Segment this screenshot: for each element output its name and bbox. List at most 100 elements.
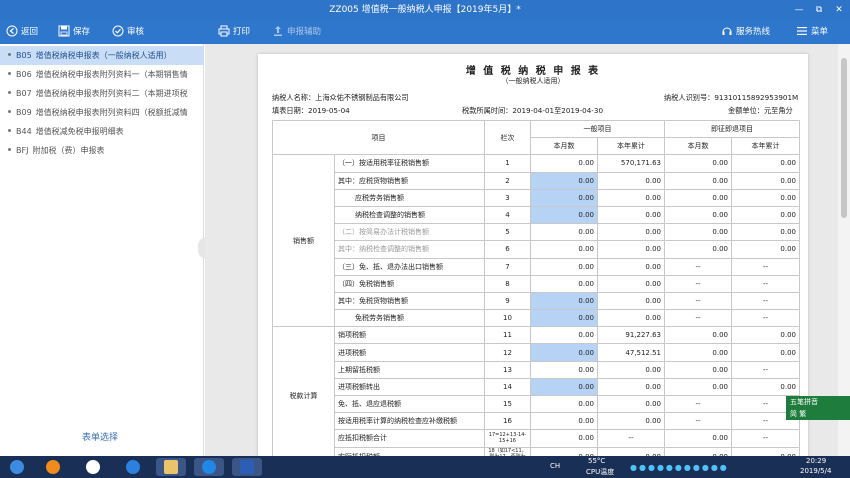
start-button[interactable]: [2, 458, 32, 476]
main-content: 增 值 税 纳 税 申 报 表 （一般纳税人适用） 纳税人名称：上海众佑不锈钢制…: [205, 44, 850, 456]
close-button[interactable]: ✕: [830, 0, 848, 20]
row-col-no: 7: [484, 257, 531, 276]
amount-cell: 0.00: [731, 240, 800, 259]
amount-cell: 0.00: [597, 394, 665, 414]
row-label: （一）按适用税率征税销售额: [334, 154, 485, 173]
amount-cell: 0.00: [530, 412, 598, 431]
amount-cell: --: [664, 412, 732, 431]
ime-toolbar[interactable]: 五笔拼音 简 繁: [786, 396, 850, 420]
tax-app[interactable]: [194, 458, 224, 476]
amount-cell: 0.00: [597, 274, 665, 293]
row-col-no: 9: [484, 291, 531, 311]
row-col-no: 14: [484, 377, 531, 397]
header-refund: 即征即退项目: [664, 119, 800, 139]
editable-amount-cell[interactable]: 0.00: [530, 171, 598, 190]
amount-cell: --: [731, 360, 800, 379]
amount-cell: 0.00: [530, 394, 598, 414]
row-label: （四）免税销售额: [334, 274, 485, 293]
sidebar-item-bfj[interactable]: BFJ 附加税（费）申报表: [0, 141, 204, 160]
amount-cell: --: [731, 257, 800, 276]
sidebar-item-b06[interactable]: B06 增值税纳税申报表附列资料一（本期销售情: [0, 65, 204, 84]
tray-icons[interactable]: ●●●●●●●●●●●: [630, 463, 729, 472]
menu-button[interactable]: 菜单: [796, 20, 828, 44]
amount-cell: 0.00: [597, 205, 665, 225]
sidebar-item-label: 增值税减免税申报明细表: [35, 127, 124, 136]
row-label: 按适用税率计算的纳税检查应补缴税额: [334, 412, 485, 431]
row-col-no: 12: [484, 343, 531, 362]
amount-cell: 91,227.63: [597, 326, 665, 345]
toolbar: 返回 保存 审核 打印 申报辅助 服务热线 菜单: [0, 20, 850, 44]
search-app[interactable]: [118, 458, 148, 476]
editable-amount-cell[interactable]: 0.00: [530, 205, 598, 225]
amount-cell: 0.00: [530, 360, 598, 379]
chat-app[interactable]: [78, 458, 108, 476]
row-col-no: 8: [484, 274, 531, 293]
amount-cell: 0.00: [597, 188, 665, 207]
sidebar-item-b09[interactable]: B09 增值税纳税申报表附列资料四（税额抵减情: [0, 103, 204, 122]
row-col-no: 3: [484, 188, 531, 207]
header-item: 项目: [272, 119, 485, 156]
sidebar-item-code: B05: [16, 51, 32, 60]
editable-amount-cell[interactable]: 0.00: [530, 188, 598, 207]
sidebar-item-b05[interactable]: B05 增值税纳税申报表（一般纳税人适用）: [0, 46, 204, 65]
hotline-button[interactable]: 服务热线: [721, 20, 770, 44]
play-icon: [46, 460, 60, 474]
form-select-button[interactable]: 表单选择: [60, 430, 140, 443]
ime-mode[interactable]: 五笔拼音: [786, 396, 850, 408]
system-tray: CH 55°C CPU温度 ●●●●●●●●●●● 20:29 2019/5/4: [548, 456, 848, 478]
group-sales: 销售额: [272, 154, 335, 328]
amount-cell: 0.00: [664, 171, 732, 190]
table-row: 进项税额 12 0.00 47,512.51 0.00 0.00: [273, 343, 800, 362]
chat-app-icon: [86, 460, 100, 474]
row-col-no: 6: [484, 240, 531, 259]
editable-amount-cell[interactable]: 0.00: [530, 343, 598, 362]
form-subtitle: （一般纳税人适用）: [501, 77, 565, 85]
save-button[interactable]: 保存: [58, 20, 90, 44]
amount-cell: --: [597, 429, 665, 448]
declare-assist-label: 申报辅助: [287, 27, 322, 37]
media-player-app[interactable]: [38, 458, 68, 476]
window-title: ZZ005 增值税一般纳税人申报【2019年5月】*: [329, 5, 521, 15]
amount-cell: 0.00: [597, 377, 665, 397]
header-general-ytd: 本年累计: [597, 137, 665, 156]
clock-date: 2019/5/4: [800, 467, 832, 475]
restore-button[interactable]: ⧉: [810, 0, 828, 20]
amount-cell: 0.00: [731, 377, 800, 397]
save-label: 保存: [73, 27, 91, 37]
amount-cell: 0.00: [597, 360, 665, 379]
sidebar-item-b07[interactable]: B07 增值税纳税申报表附列资料二（本期进项税: [0, 84, 204, 103]
header-refund-month: 本月数: [664, 137, 732, 156]
header-col-no: 栏次: [484, 119, 531, 156]
row-label: 进项税额: [334, 343, 485, 362]
declare-assist-button[interactable]: 申报辅助: [272, 20, 321, 44]
editable-amount-cell[interactable]: 0.00: [530, 291, 598, 311]
file-explorer-app[interactable]: [156, 458, 186, 476]
row-label: （二）按简易办法计税销售额: [334, 223, 485, 242]
amount-cell: 0.00: [597, 412, 665, 431]
scrollbar-thumb[interactable]: [841, 58, 847, 218]
back-button[interactable]: 返回: [6, 20, 38, 44]
minimize-button[interactable]: —: [790, 0, 808, 20]
ime-indicator[interactable]: CH: [550, 462, 560, 470]
ime-charset[interactable]: 简 繁: [786, 408, 850, 420]
editable-amount-cell[interactable]: 0.00: [530, 377, 598, 397]
editable-amount-cell[interactable]: 0.00: [530, 309, 598, 328]
amount-cell: --: [664, 274, 732, 293]
sidebar-item-b44[interactable]: B44 增值税减免税申报明细表: [0, 122, 204, 141]
bullet-icon: [8, 129, 11, 132]
vertical-scrollbar[interactable]: [838, 44, 850, 456]
group-tax-calc: 税款计算: [272, 326, 335, 456]
amount-cell: 0.00: [597, 223, 665, 242]
amount-cell: 0.00: [664, 377, 732, 397]
row-label: 实际抵扣税额: [334, 446, 485, 456]
row-label: 免、抵、退应退税额: [334, 394, 485, 414]
review-button[interactable]: 审核: [112, 20, 144, 44]
printer-icon: [218, 25, 230, 36]
amount-cell: 0.00: [664, 360, 732, 379]
table-header-row: 项目 栏次 一般项目 即征即退项目: [272, 119, 800, 156]
row-label: 其中：应税货物销售额: [334, 171, 485, 190]
word-app[interactable]: [232, 458, 262, 476]
form-title: 增 值 税 纳 税 申 报 表: [465, 66, 601, 77]
amount-cell: 0.00: [597, 240, 665, 259]
print-button[interactable]: 打印: [218, 20, 250, 44]
